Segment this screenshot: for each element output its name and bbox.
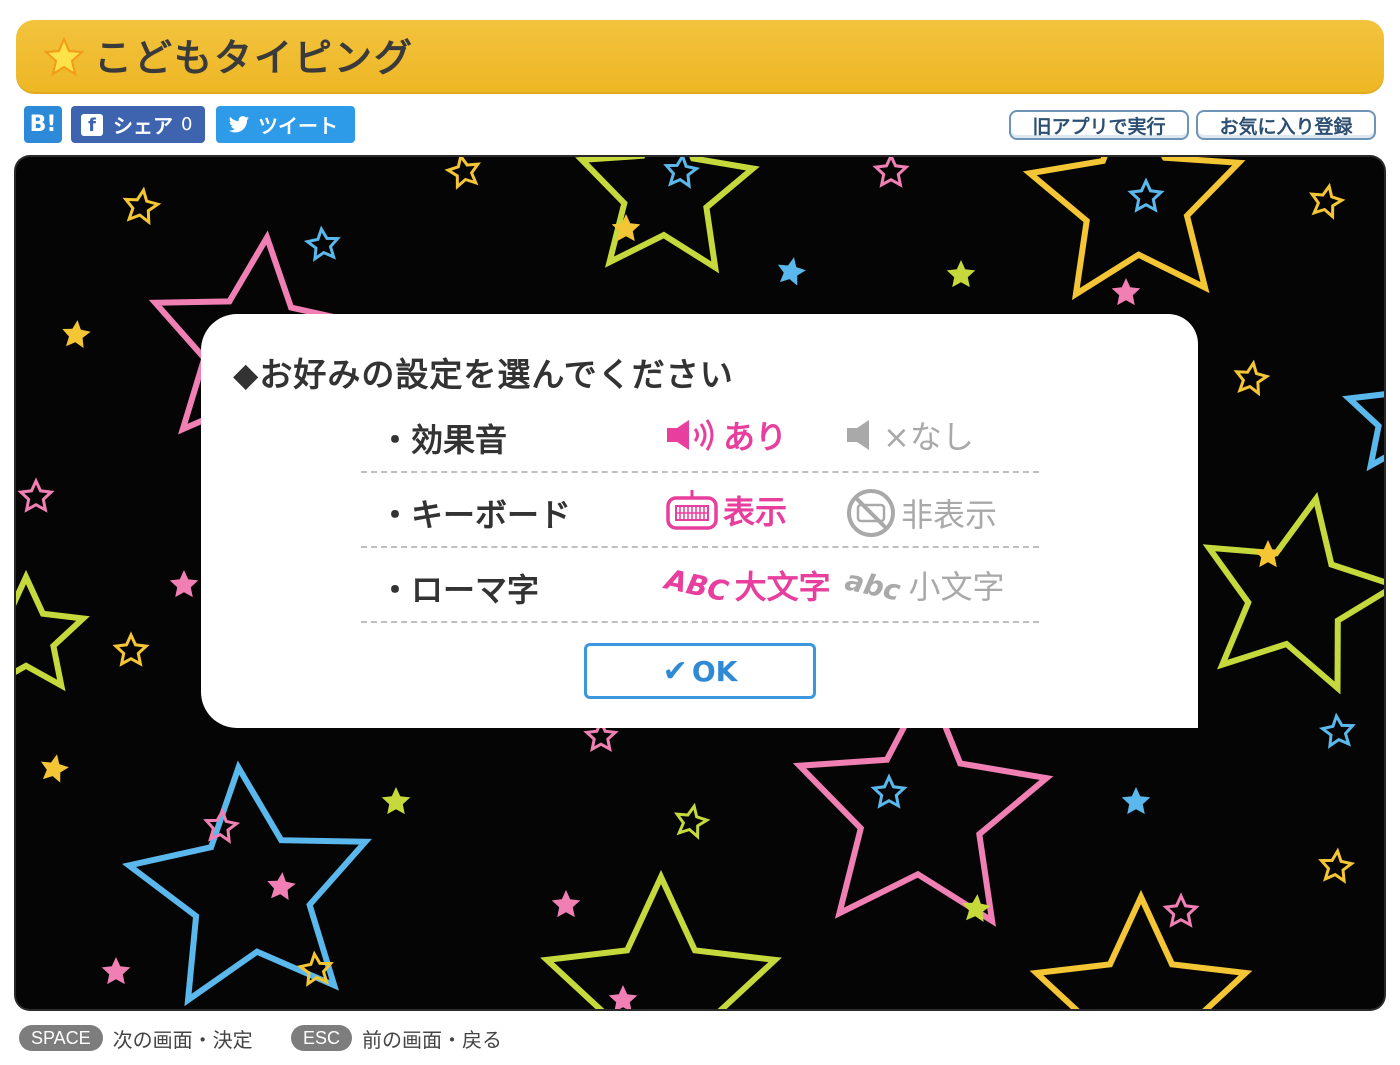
decorative-star: [1318, 712, 1356, 749]
twitter-bird-icon: [228, 115, 250, 132]
decorative-star: [663, 157, 701, 189]
decorative-star: [1029, 889, 1253, 1009]
decorative-star: [673, 802, 711, 840]
decorative-star: [1318, 847, 1356, 884]
decorative-star: [870, 773, 908, 809]
decorative-star: [112, 631, 150, 667]
setting-row-romaji: ・ローマ字 ABC 大文字 abc 小文字: [361, 548, 1039, 623]
decorative-star: [1308, 182, 1346, 220]
hatena-bookmark-button[interactable]: B!: [24, 106, 62, 143]
decorative-star: [575, 157, 760, 274]
decorative-star: [40, 754, 69, 783]
decorative-star: [267, 872, 296, 900]
decorative-star: [381, 787, 411, 815]
decorative-star: [444, 157, 482, 190]
speaker-muted-icon: [845, 417, 879, 453]
esc-key-badge: ESC: [291, 1025, 353, 1051]
ok-button[interactable]: ✔ OK: [584, 643, 816, 699]
facebook-share-label: シェア: [113, 114, 173, 138]
tweet-label: ツイート: [258, 114, 338, 138]
romaji-uppercase-option[interactable]: ABC 大文字: [662, 562, 831, 608]
run-old-app-label: 旧アプリで実行: [1032, 115, 1166, 138]
romaji-uppercase-label: 大文字: [734, 568, 831, 606]
hint-esc-text: 前の画面・戻る: [362, 1027, 503, 1052]
decorative-star: [1111, 278, 1141, 306]
hint-esc: ESC 前の画面・戻る: [291, 1024, 502, 1052]
sound-on-option[interactable]: あり: [665, 412, 787, 458]
keyboard-icon: [665, 488, 719, 532]
facebook-share-button[interactable]: f シェア 0: [71, 106, 205, 143]
decorative-star: [608, 985, 638, 1009]
setting-row-sound: ・効果音 あり ×なし: [361, 398, 1039, 473]
decorative-star: [1253, 540, 1283, 568]
speaker-on-icon: [665, 417, 719, 453]
decorative-star: [101, 957, 131, 985]
decorative-star: [1121, 787, 1151, 815]
decorative-star: [169, 570, 199, 598]
add-favorite-button[interactable]: お気に入り登録: [1196, 110, 1376, 140]
space-key-badge: SPACE: [19, 1025, 103, 1051]
setting-row-keyboard: ・キーボード 表示 非表示: [361, 473, 1039, 548]
add-favorite-label: お気に入り登録: [1219, 115, 1353, 138]
decorative-star: [17, 477, 55, 513]
keyboard-show-label: 表示: [723, 493, 788, 531]
decorative-star: [551, 890, 581, 918]
romaji-lowercase-label: 小文字: [908, 568, 1005, 606]
facebook-icon: f: [81, 113, 103, 136]
keyboard-hidden-icon: [845, 487, 897, 539]
game-canvas[interactable]: ◆お好みの設定を選んでください ・効果音 あり ×なし ・キーボード 表示 非表…: [16, 157, 1384, 1009]
hint-space: SPACE 次の画面・決定: [19, 1024, 253, 1052]
decorative-star: [1162, 892, 1200, 928]
decorative-star: [1127, 177, 1165, 213]
twitter-tweet-button[interactable]: ツイート: [216, 106, 355, 143]
romaji-lowercase-option[interactable]: abc 小文字: [842, 562, 1005, 608]
decorative-star: [540, 869, 782, 1009]
title-bar: こどもタイピング: [16, 20, 1384, 94]
sound-off-option[interactable]: ×なし: [845, 412, 974, 458]
page-title: こどもタイピング: [94, 36, 415, 80]
sound-on-label: あり: [723, 418, 788, 456]
sound-off-label: ×なし: [883, 418, 974, 456]
decorative-star: [777, 257, 806, 286]
star-icon: [44, 37, 84, 77]
facebook-share-count: 0: [181, 114, 193, 135]
decorative-star: [16, 569, 90, 692]
row-divider: [361, 621, 1039, 623]
keyboard-hide-option[interactable]: 非表示: [845, 487, 997, 539]
hint-space-text: 次の画面・決定: [112, 1027, 253, 1052]
decorative-star: [1233, 359, 1271, 397]
setting-label-keyboard: ・キーボード: [379, 496, 572, 534]
decorative-star: [1202, 491, 1384, 695]
settings-dialog: ◆お好みの設定を選んでください ・効果音 あり ×なし ・キーボード 表示 非表…: [201, 314, 1198, 728]
decorative-star: [122, 186, 162, 226]
decorative-star: [1342, 391, 1384, 472]
decorative-star: [946, 260, 976, 288]
abc-lowercase-icon: abc: [842, 563, 904, 607]
decorative-star: [872, 157, 910, 188]
ok-label: OK: [691, 654, 738, 688]
checkmark-icon: ✔: [662, 653, 688, 689]
run-old-app-button[interactable]: 旧アプリで実行: [1009, 110, 1189, 140]
keyboard-show-option[interactable]: 表示: [665, 487, 787, 533]
dialog-title: ◆お好みの設定を選んでください: [233, 355, 734, 394]
decorative-star: [1022, 157, 1246, 301]
keyboard-hide-label: 非表示: [901, 496, 998, 534]
setting-label-sound: ・効果音: [379, 421, 508, 459]
hatena-label: B!: [29, 112, 57, 137]
abc-uppercase-icon: ABC: [662, 562, 732, 608]
setting-label-romaji: ・ローマ字: [379, 571, 540, 609]
decorative-star: [62, 320, 91, 348]
decorative-star: [303, 225, 341, 262]
